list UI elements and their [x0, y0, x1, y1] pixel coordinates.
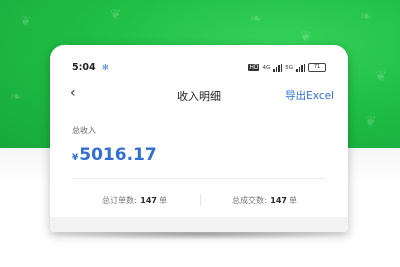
- divider: [72, 178, 326, 179]
- total-orders-unit: 单: [158, 196, 167, 205]
- export-excel-button[interactable]: 导出Excel: [285, 88, 334, 103]
- total-deals-unit: 单: [288, 196, 297, 205]
- status-time: 5:04: [72, 62, 96, 73]
- network-5g-icon: 5G: [285, 64, 293, 71]
- total-income-label: 总收入: [72, 126, 96, 135]
- phone-screen: 5:04 ✻ HD 4G 5G 71 ‹ 收入明细 导出Excel 总收入 ¥5…: [50, 45, 348, 232]
- list-section-edge: [50, 217, 348, 232]
- currency-symbol: ¥: [72, 153, 79, 163]
- total-income-amount: ¥5016.17: [72, 145, 157, 165]
- leaf-decoration-icon: ❧: [360, 9, 372, 25]
- hd-icon: HD: [248, 64, 260, 71]
- status-bar-right: HD 4G 5G 71: [248, 63, 326, 72]
- signal-icon: [296, 63, 305, 72]
- stat-separator: [200, 194, 201, 206]
- signal-icon: [273, 63, 283, 72]
- total-deals-label: 总成交数:: [232, 196, 267, 205]
- leaf-decoration-icon: ❧: [250, 11, 262, 27]
- total-deals-stat: 总成交数: 147 单: [232, 195, 297, 206]
- network-4g-icon: 4G: [262, 64, 271, 71]
- battery-icon: 71: [308, 63, 326, 72]
- leaf-decoration-icon: ❦: [20, 14, 32, 30]
- total-orders-stat: 总订单数: 147 单: [102, 195, 167, 206]
- amount-value: 5016.17: [79, 145, 157, 165]
- notification-icon: ✻: [102, 63, 109, 72]
- total-deals-value: 147: [270, 196, 287, 205]
- total-orders-label: 总订单数:: [102, 196, 137, 205]
- total-orders-value: 147: [140, 196, 157, 205]
- leaf-decoration-icon: ❦: [375, 69, 387, 85]
- leaf-decoration-icon: ❦: [300, 29, 312, 45]
- leaf-decoration-icon: ❦: [110, 7, 122, 23]
- leaf-decoration-icon: ❦: [365, 114, 377, 130]
- leaf-decoration-icon: ❧: [10, 89, 22, 105]
